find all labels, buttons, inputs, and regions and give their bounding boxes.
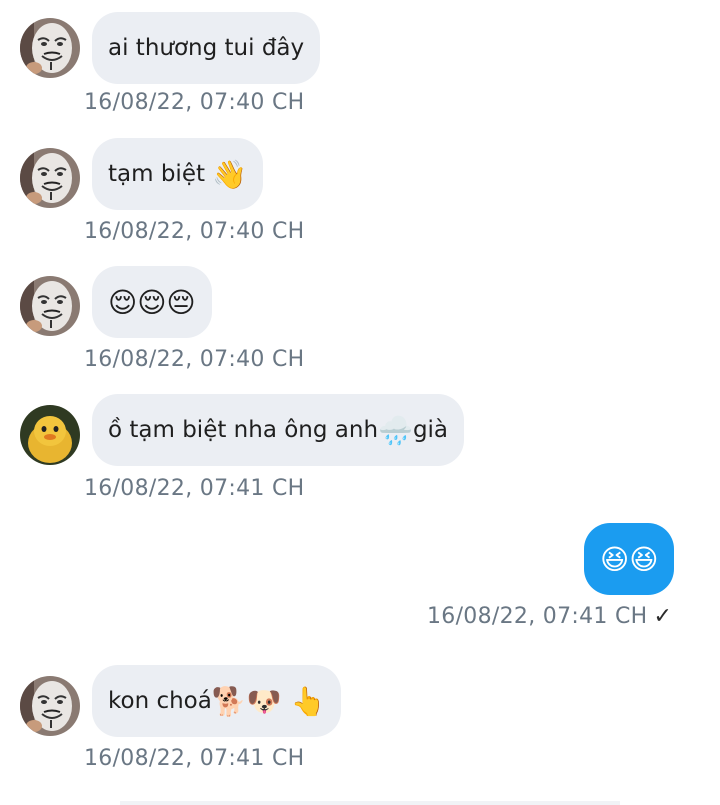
message-text: tạm biệt — [108, 161, 213, 187]
sender-avatar[interactable] — [20, 18, 80, 78]
incoming-message-bubble[interactable]: ai thương tui đây — [92, 12, 321, 84]
message-timestamp: 16/08/22, 07:41 CH ✓ — [427, 604, 672, 629]
timestamp-text: 16/08/22, 07:41 CH — [427, 604, 648, 629]
message-timestamp: 16/08/22, 07:41 CH — [84, 476, 305, 501]
incoming-message-bubble[interactable]: 😌😌😔 — [92, 266, 212, 338]
laughing-face-emoji: 😆😆 — [600, 543, 659, 576]
message-timestamp: 16/08/22, 07:40 CH — [84, 219, 305, 244]
incoming-message-bubble[interactable]: tạm biệt 👋 — [92, 138, 264, 210]
waving-hand-emoji: 👋 — [212, 158, 248, 191]
guy-fawkes-mask-icon — [20, 676, 80, 736]
rain-cloud-emoji: 🌧️ — [378, 414, 413, 447]
chat-message-list[interactable]: ai thương tui đây 16/08/22, 07:40 CH tạm… — [0, 0, 720, 805]
message-timestamp: 16/08/22, 07:40 CH — [84, 347, 305, 372]
dog-emoji: 🐕🐶 👆 — [211, 685, 326, 718]
message-text: ai thương tui đây — [108, 35, 305, 61]
sender-avatar[interactable] — [20, 405, 80, 465]
sent-check-icon: ✓ — [653, 604, 673, 629]
sender-avatar[interactable] — [20, 676, 80, 736]
incoming-message-bubble[interactable]: ồ tạm biệt nha ông anh🌧️già — [92, 394, 465, 466]
outgoing-message-bubble[interactable]: 😆😆 — [584, 523, 675, 595]
yellow-duck-icon — [20, 405, 80, 465]
message-text-suffix: già — [412, 417, 449, 443]
message-text: kon choá — [108, 688, 212, 714]
sender-avatar[interactable] — [20, 148, 80, 208]
guy-fawkes-mask-icon — [20, 18, 80, 78]
relieved-face-emoji: 😌😌😔 — [108, 286, 196, 319]
sender-avatar[interactable] — [20, 276, 80, 336]
message-text: ồ tạm biệt nha ông anh — [108, 417, 379, 443]
incoming-message-bubble[interactable]: kon choá🐕🐶 👆 — [92, 665, 342, 737]
message-timestamp: 16/08/22, 07:41 CH — [84, 746, 305, 771]
message-timestamp: 16/08/22, 07:40 CH — [84, 90, 305, 115]
guy-fawkes-mask-icon — [20, 148, 80, 208]
guy-fawkes-mask-icon — [20, 276, 80, 336]
input-area-edge — [120, 801, 620, 805]
